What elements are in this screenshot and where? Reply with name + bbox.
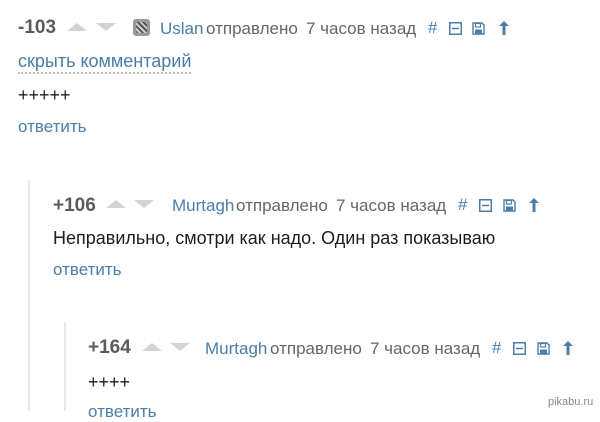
upvote-icon[interactable] bbox=[142, 343, 162, 351]
upvote-icon[interactable] bbox=[67, 23, 87, 31]
sent-label: отправлено bbox=[236, 196, 328, 215]
comment-text: Неправильно, смотри как надо. Один раз п… bbox=[53, 228, 496, 248]
comment-text: +++++ bbox=[18, 85, 71, 105]
comment-3: +164 Murtagh отправлено 7 часов назад # … bbox=[0, 322, 600, 421]
comment-time: 7 часов назад bbox=[336, 196, 447, 215]
collapse-icon[interactable] bbox=[479, 199, 492, 212]
comment-author[interactable]: Murtagh bbox=[172, 196, 234, 216]
downvote-icon[interactable] bbox=[96, 23, 116, 31]
comment-time: 7 часов назад bbox=[370, 339, 481, 358]
comment-1: -103 Uslan отправлено 7 часов назад # ск… bbox=[0, 0, 600, 150]
comment-2: +106 Murtagh отправлено 7 часов назад # … bbox=[0, 180, 600, 300]
permalink-hash[interactable]: # bbox=[492, 338, 501, 358]
comment-author[interactable]: Uslan bbox=[160, 19, 203, 39]
avatar-icon[interactable] bbox=[133, 19, 150, 36]
downvote-icon[interactable] bbox=[170, 343, 190, 351]
comment-score: -103 bbox=[18, 17, 57, 38]
site-watermark: pikabu.ru bbox=[548, 396, 594, 408]
comment-score: +106 bbox=[53, 195, 96, 216]
collapse-icon[interactable] bbox=[449, 22, 462, 35]
upvote-icon[interactable] bbox=[106, 200, 126, 208]
parent-arrow-icon[interactable] bbox=[562, 340, 574, 356]
reply-link[interactable]: ответить bbox=[53, 260, 122, 280]
comment-text: ++++ bbox=[88, 372, 131, 392]
hide-comment-link[interactable]: скрыть комментарий bbox=[18, 51, 192, 74]
save-icon[interactable] bbox=[537, 342, 550, 355]
parent-arrow-icon[interactable] bbox=[498, 20, 510, 36]
comment-time: 7 часов назад bbox=[306, 19, 417, 38]
save-icon[interactable] bbox=[503, 199, 516, 212]
permalink-hash[interactable]: # bbox=[428, 18, 437, 38]
reply-link[interactable]: ответить bbox=[88, 402, 157, 422]
permalink-hash[interactable]: # bbox=[458, 195, 467, 215]
reply-link[interactable]: ответить bbox=[18, 117, 87, 137]
sent-label: отправлено bbox=[206, 19, 298, 38]
save-icon[interactable] bbox=[472, 22, 485, 35]
parent-arrow-icon[interactable] bbox=[528, 197, 540, 213]
collapse-icon[interactable] bbox=[513, 342, 526, 355]
sent-label: отправлено bbox=[270, 339, 362, 358]
comment-author[interactable]: Murtagh bbox=[205, 339, 267, 359]
comment-score: +164 bbox=[88, 337, 131, 358]
downvote-icon[interactable] bbox=[134, 200, 154, 208]
